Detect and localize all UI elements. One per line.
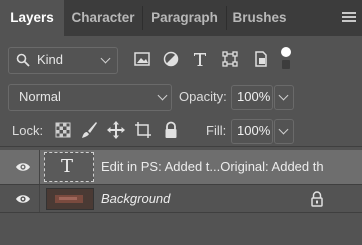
fill-slider-toggle[interactable]: [274, 119, 294, 144]
panel-tab-bar: Layers Character Paragraph Brushes: [0, 0, 362, 36]
search-icon: [16, 53, 30, 67]
opacity-value: 100%: [237, 89, 271, 104]
lock-all-icon[interactable]: [161, 120, 181, 140]
chevron-down-icon: [278, 90, 289, 101]
type-icon: T: [61, 156, 74, 177]
shape-filter-icon[interactable]: [220, 49, 240, 69]
eye-visibility-icon[interactable]: [15, 161, 31, 173]
lock-position-move-icon[interactable]: [106, 120, 126, 140]
tab-brushes[interactable]: Brushes: [227, 0, 292, 36]
filter-kind-label: Kind: [37, 52, 64, 67]
layer-row-text[interactable]: T Edit in PS: Added t...Original: Added …: [0, 150, 362, 184]
thumbnail-image: [47, 189, 93, 209]
type-filter-icon[interactable]: [190, 49, 210, 69]
adjustment-filter-icon[interactable]: [161, 49, 181, 69]
background-layer-thumbnail: [46, 188, 94, 210]
chevron-down-icon: [278, 124, 289, 135]
tab-character[interactable]: Character: [64, 0, 142, 36]
filter-toggle-icon[interactable]: [280, 46, 292, 72]
divider: [0, 212, 362, 213]
fill-input[interactable]: 100%: [231, 119, 273, 144]
fill-label: Fill:: [206, 123, 227, 138]
smart-object-filter-icon[interactable]: [251, 49, 271, 69]
opacity-label: Opacity:: [179, 89, 227, 104]
opacity-slider-toggle[interactable]: [274, 85, 294, 110]
layers-panel: Layers Character Paragraph Brushes Kind: [0, 0, 362, 245]
blend-mode-value: Normal: [19, 89, 61, 104]
lock-label: Lock:: [12, 123, 44, 138]
text-layer-thumbnail: T: [44, 152, 94, 182]
lock-artboard-nesting-icon[interactable]: [133, 120, 153, 140]
pixel-filter-icon[interactable]: [132, 49, 152, 69]
opacity-input[interactable]: 100%: [231, 85, 273, 110]
tab-layers[interactable]: Layers: [0, 0, 64, 36]
tab-paragraph[interactable]: Paragraph: [143, 0, 226, 36]
divider: [39, 185, 40, 212]
lock-icon: [311, 191, 323, 207]
chevron-down-icon: [157, 90, 168, 101]
layer-name[interactable]: Edit in PS: Added t...Original: Added th: [101, 159, 324, 174]
divider: [39, 150, 40, 184]
lock-transparent-pixels-icon[interactable]: [53, 120, 73, 140]
divider: [0, 146, 362, 147]
chevron-down-icon: [100, 53, 111, 64]
layer-name[interactable]: Background: [101, 191, 170, 206]
layer-row-background[interactable]: Background: [0, 185, 362, 212]
lock-image-pixels-brush-icon[interactable]: [79, 120, 99, 140]
blend-mode-dropdown[interactable]: Normal: [8, 84, 172, 111]
fill-value: 100%: [237, 123, 271, 138]
eye-visibility-icon[interactable]: [15, 193, 31, 205]
filter-kind-dropdown[interactable]: Kind: [8, 47, 118, 74]
panel-menu-icon[interactable]: [342, 10, 356, 26]
